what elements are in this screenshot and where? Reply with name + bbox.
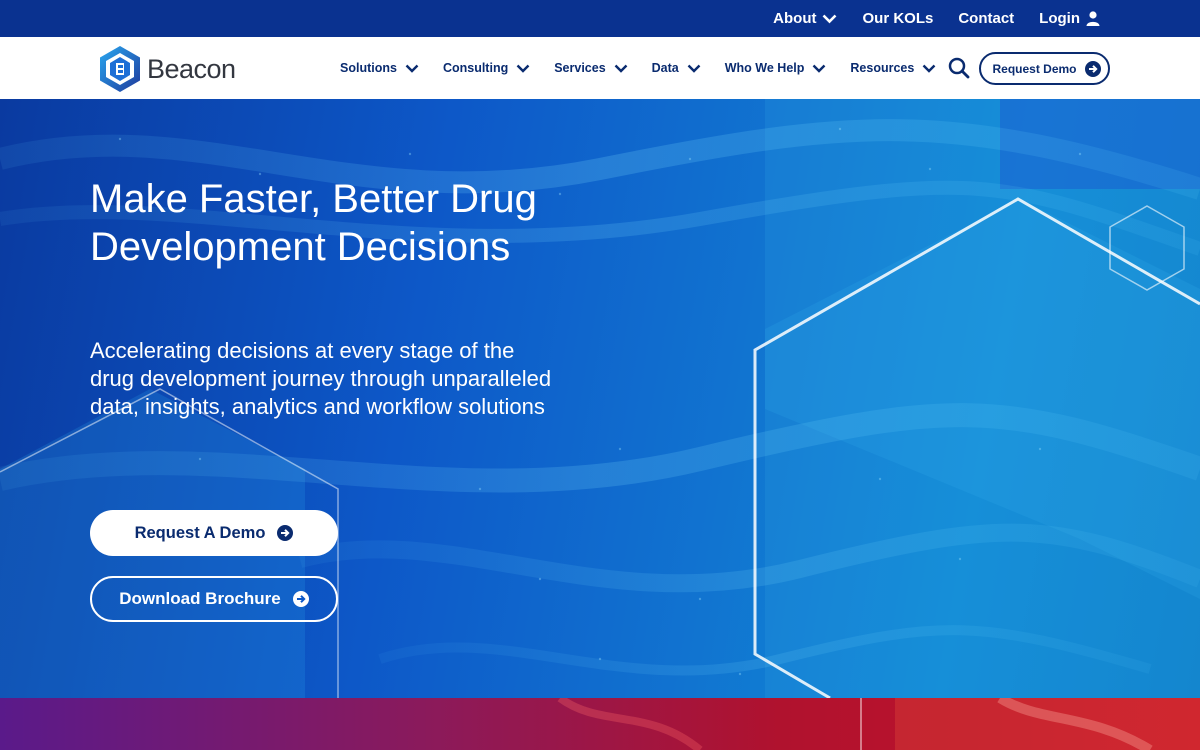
- nav-item-consulting[interactable]: Consulting: [443, 61, 530, 75]
- request-a-demo-button[interactable]: Request A Demo: [90, 510, 338, 556]
- arrow-circle-right-icon: [277, 525, 294, 541]
- hero-title: Make Faster, Better Drug Development Dec…: [90, 177, 537, 269]
- download-brochure-label: Download Brochure: [119, 589, 281, 608]
- nav-item-who-we-help[interactable]: Who We Help: [725, 61, 827, 75]
- topbar-item-login[interactable]: Login: [1039, 0, 1100, 37]
- nav-services-label: Services: [554, 61, 606, 75]
- topbar-kols-label: Our KOLs: [862, 10, 934, 27]
- hero-subtitle: Accelerating decisions at every stage of…: [90, 338, 552, 419]
- nav-item-solutions[interactable]: Solutions: [340, 61, 419, 75]
- brand-logo[interactable]: Beacon: [97, 44, 236, 94]
- primary-nav-menu: Solutions Consulting Services Data Who W…: [340, 37, 960, 99]
- next-section-preview: [0, 698, 1200, 750]
- topbar-item-kols[interactable]: Our KOLs: [862, 0, 933, 37]
- chevron-down-icon: [614, 64, 628, 73]
- download-brochure-button[interactable]: Download Brochure: [90, 576, 338, 622]
- nav-who-we-help-label: Who We Help: [724, 61, 805, 75]
- main-navigation: Beacon Solutions Consulting Services Dat…: [0, 37, 1200, 99]
- chevron-down-icon: [687, 64, 701, 73]
- chevron-down-icon: [922, 64, 936, 73]
- topbar-login-label: Login: [1039, 10, 1080, 27]
- top-utility-bar: About Our KOLs Contact Login: [0, 0, 1200, 37]
- topbar-contact-label: Contact: [958, 10, 1015, 27]
- topbar-item-about[interactable]: About: [773, 0, 837, 37]
- chevron-down-icon: [813, 64, 826, 73]
- nav-data-label: Data: [651, 61, 679, 75]
- request-a-demo-label: Request A Demo: [134, 523, 266, 542]
- brand-name: Beacon: [147, 53, 236, 84]
- nav-item-services[interactable]: Services: [554, 61, 628, 75]
- chevron-down-icon: [516, 64, 530, 73]
- arrow-circle-right-icon: [292, 591, 309, 607]
- nav-item-resources[interactable]: Resources: [850, 61, 936, 75]
- section-decoration: [557, 698, 1200, 750]
- nav-solutions-label: Solutions: [340, 61, 397, 75]
- topbar-about-label: About: [773, 10, 817, 27]
- chevron-down-icon: [405, 64, 419, 73]
- user-icon: [1086, 11, 1100, 26]
- request-demo-nav-button[interactable]: Request Demo: [979, 52, 1110, 85]
- nav-item-data[interactable]: Data: [652, 61, 701, 75]
- request-demo-nav-label: Request Demo: [992, 61, 1077, 76]
- search-icon: [948, 57, 970, 79]
- hexagon-logo-icon: [100, 46, 140, 92]
- chevron-down-icon: [823, 14, 837, 23]
- nav-resources-label: Resources: [850, 61, 915, 75]
- nav-consulting-label: Consulting: [442, 61, 509, 75]
- hero-section: Make Faster, Better Drug Development Dec…: [0, 99, 1200, 698]
- topbar-item-contact[interactable]: Contact: [958, 0, 1014, 37]
- search-button[interactable]: [948, 57, 970, 84]
- arrow-circle-right-icon: [1084, 60, 1101, 77]
